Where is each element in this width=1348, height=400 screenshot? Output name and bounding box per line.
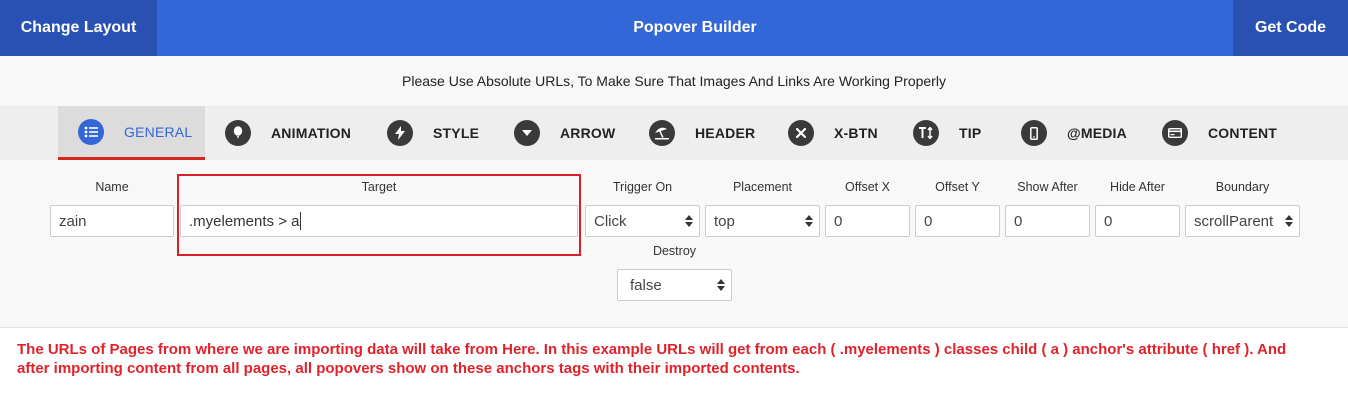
umbrella-beach-icon <box>649 120 675 146</box>
placement-value: top <box>714 212 735 230</box>
tab-tip[interactable]: TIP <box>913 106 981 160</box>
tab-label: TIP <box>959 125 982 141</box>
annotation-note: The URLs of Pages from where we are impo… <box>17 341 1287 377</box>
text-height-icon <box>913 120 939 146</box>
url-notice: Please Use Absolute URLs, To Make Sure T… <box>0 56 1348 106</box>
trigger-on-label: Trigger On <box>612 180 673 194</box>
get-code-button[interactable]: Get Code <box>1233 0 1348 56</box>
select-arrows-icon <box>685 214 693 230</box>
change-layout-button[interactable]: Change Layout <box>0 0 157 56</box>
caret-down-icon <box>514 120 540 146</box>
trigger-on-value: Click <box>594 212 627 230</box>
tab-label: CONTENT <box>1208 125 1278 141</box>
destroy-value: false <box>630 276 662 294</box>
page-title: Popover Builder <box>633 19 757 36</box>
boundary-label: Boundary <box>1215 180 1270 194</box>
boundary-value: scrollParent <box>1194 212 1274 230</box>
name-label: Name <box>95 180 129 194</box>
tab-x-btn[interactable]: X-BTN <box>788 106 878 160</box>
destroy-label: Destroy <box>652 244 697 258</box>
offset-x-input[interactable]: 0 <box>825 205 910 237</box>
tab-content[interactable]: CONTENT <box>1162 106 1277 160</box>
placement-select[interactable]: top <box>705 205 820 237</box>
tab-label: ANIMATION <box>271 125 352 141</box>
select-arrows-icon <box>1285 214 1293 230</box>
tab-label: HEADER <box>695 125 756 141</box>
tab-header[interactable]: HEADER <box>649 106 755 160</box>
tab-label: STYLE <box>433 125 480 141</box>
hide-after-label: Hide After <box>1110 180 1165 194</box>
tab-style[interactable]: STYLE <box>387 106 479 160</box>
bolt-icon <box>387 120 413 146</box>
tab-animation[interactable]: ANIMATION <box>225 106 351 160</box>
tab-label: @MEDIA <box>1067 125 1127 141</box>
name-input[interactable]: zain <box>50 205 174 237</box>
tab-arrow[interactable]: ARROW <box>514 106 615 160</box>
list-icon <box>78 118 104 145</box>
hide-after-input[interactable]: 0 <box>1095 205 1180 237</box>
mobile-icon <box>1021 120 1047 146</box>
select-arrows-icon <box>805 214 813 230</box>
select-arrows-icon <box>717 278 725 294</box>
tab-bar: GENERAL ANIMATION STYLE ARROW HEADER X-B… <box>0 106 1348 160</box>
target-highlight-box <box>177 174 581 256</box>
destroy-select[interactable]: false <box>617 269 732 301</box>
top-bar: Change Layout Popover Builder Get Code <box>0 0 1348 56</box>
offset-y-label: Offset Y <box>935 180 980 194</box>
trigger-on-select[interactable]: Click <box>585 205 700 237</box>
tab-label: ARROW <box>560 125 616 141</box>
show-after-input[interactable]: 0 <box>1005 205 1090 237</box>
tab-general[interactable]: GENERAL <box>58 106 205 160</box>
placement-label: Placement <box>732 180 793 194</box>
boundary-select[interactable]: scrollParent <box>1185 205 1300 237</box>
offset-x-label: Offset X <box>845 180 890 194</box>
tab-label: GENERAL <box>124 123 193 140</box>
offset-y-input[interactable]: 0 <box>915 205 1000 237</box>
tab-label: X-BTN <box>834 125 878 141</box>
show-after-label: Show After <box>1017 180 1078 194</box>
tab-media[interactable]: @MEDIA <box>1021 106 1127 160</box>
balloon-icon <box>225 120 251 146</box>
close-icon <box>788 120 814 146</box>
card-icon <box>1162 120 1188 146</box>
